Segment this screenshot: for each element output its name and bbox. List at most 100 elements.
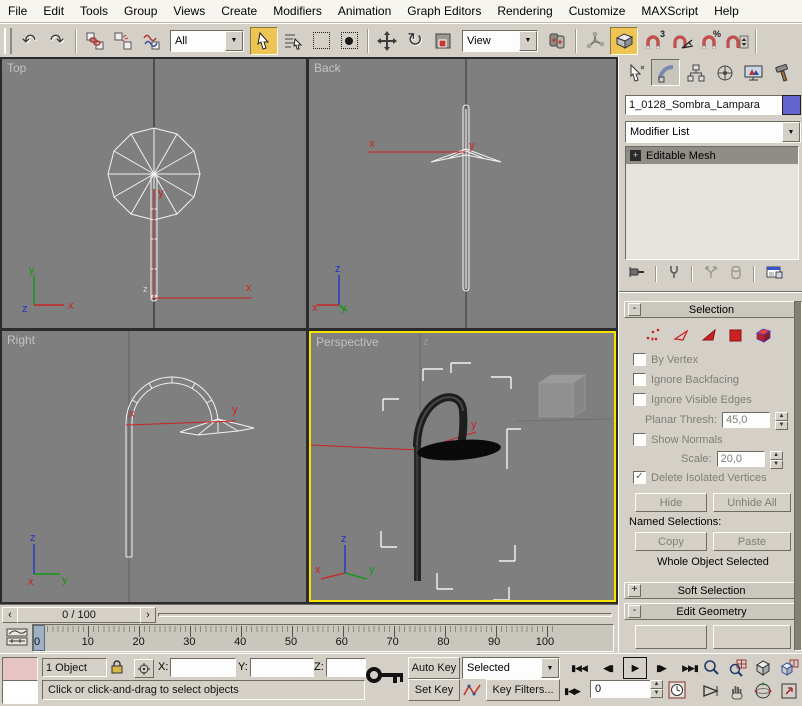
pan-button[interactable] [726,680,748,701]
set-key-mode-key-icon[interactable] [366,662,406,691]
field-of-view-button[interactable] [700,680,722,701]
viewport-right[interactable]: Right x y z x y [2,331,306,602]
stack-expand-icon[interactable]: + [630,150,641,161]
dropdown-arrow-icon[interactable]: ▼ [541,658,559,678]
paste-button[interactable]: Paste [713,532,791,551]
time-forward-button[interactable]: › [140,607,156,623]
normals-scale-field[interactable]: 20,0 [717,451,765,467]
undo-button[interactable]: ↶ [16,28,42,54]
hide-button[interactable]: Hide [635,493,707,512]
angle-snap-button[interactable] [668,28,694,54]
copy-button[interactable]: Copy [635,532,707,551]
clipped-button[interactable] [713,625,791,649]
menu-item[interactable]: Customize [561,1,634,21]
viewport-perspective[interactable]: Perspective z y [309,331,616,602]
tab-display[interactable] [740,60,767,85]
key-selection-filter-dropdown[interactable]: Selected ▼ [462,657,560,679]
toolbar-grip[interactable] [4,28,12,54]
show-normals-checkbox[interactable] [633,433,646,446]
zoom-extents-button[interactable] [752,657,774,678]
snap-3d-button[interactable]: 3 [640,28,666,54]
default-in-out-tangents-button[interactable] [462,681,482,699]
go-to-start-button[interactable]: ▮◀◀ [566,658,592,678]
use-pivot-point-center-button[interactable] [544,28,570,54]
bind-to-space-warp-button[interactable] [138,28,164,54]
selection-filter-dropdown[interactable]: All ▼ [170,30,244,52]
dropdown-arrow-icon[interactable]: ▼ [519,31,537,51]
reference-coordinate-system-dropdown[interactable]: View ▼ [462,30,538,52]
select-object-button[interactable] [250,27,278,55]
perspective-viewport-canvas[interactable]: z y [311,333,614,600]
normals-scale-spinner[interactable]: ▲▼ [770,451,783,467]
vertex-mode-button[interactable] [645,327,661,346]
unhide-all-button[interactable]: Unhide All [713,493,791,512]
menu-item[interactable]: Modifiers [265,1,330,21]
remove-modifier-button[interactable] [729,264,743,283]
show-end-result-button[interactable] [667,264,681,283]
play-button[interactable]: ▶ [623,657,647,679]
time-back-button[interactable]: ‹ [2,607,18,623]
top-viewport-canvas[interactable]: x y z y x z [2,59,306,328]
select-by-name-button[interactable] [280,28,306,54]
by-vertex-checkbox[interactable] [633,353,646,366]
time-slider-handle[interactable]: 0 / 100 [17,607,141,623]
window-crossing-toggle[interactable] [336,28,362,54]
zoom-extents-all-button[interactable] [778,657,800,678]
next-frame-button[interactable]: ▮▶ [650,658,672,678]
menu-item[interactable]: Rendering [489,1,560,21]
planar-thresh-field[interactable]: 45,0 [722,412,770,428]
expand-icon[interactable]: + [628,584,641,597]
frame-spinner[interactable]: ▲▼ [650,680,663,696]
menu-item[interactable]: Animation [330,1,399,21]
right-viewport-canvas[interactable]: x y z x y [2,331,306,602]
select-and-link-button[interactable] [82,28,108,54]
menu-item[interactable]: Tools [72,1,116,21]
previous-frame-button[interactable]: ◀▮ [597,658,619,678]
time-slider-track[interactable] [158,613,612,617]
viewport-right-label[interactable]: Right [7,333,35,347]
menu-item[interactable]: MAXScript [633,1,706,21]
edit-geometry-rollout-header[interactable]: - Edit Geometry [624,603,796,620]
unlink-selection-button[interactable] [110,28,136,54]
configure-modifier-sets-button[interactable] [765,264,783,283]
menu-item[interactable]: Graph Editors [399,1,489,21]
dropdown-arrow-icon[interactable]: ▼ [782,122,800,142]
edge-mode-button[interactable] [673,327,689,346]
selection-rollout-header[interactable]: - Selection [624,301,796,318]
pin-stack-button[interactable] [627,264,645,283]
percent-snap-button[interactable]: % [696,28,722,54]
arc-rotate-button[interactable] [752,680,774,701]
snaps-toggle-button[interactable] [610,27,638,55]
polygon-mode-button[interactable] [729,327,743,346]
select-and-manipulate-button[interactable] [582,28,608,54]
tab-create[interactable] [622,60,649,85]
back-viewport-canvas[interactable]: x y z x y [309,59,616,328]
ignore-visible-edges-checkbox[interactable] [633,393,646,406]
auto-key-button[interactable]: Auto Key [408,657,460,679]
track-ruler[interactable]: 0102030405060708090100 [32,624,614,652]
selection-lock-toggle[interactable] [110,659,124,678]
menu-item[interactable]: File [0,1,35,21]
y-coordinate-field[interactable] [250,658,314,677]
zoom-button[interactable] [700,657,722,678]
make-unique-button[interactable] [703,264,719,283]
maxscript-mini-listener-white[interactable] [2,680,38,704]
tab-modify[interactable] [651,59,680,86]
planar-thresh-spinner[interactable]: ▲▼ [775,412,788,428]
open-mini-curve-editor-button[interactable] [6,627,28,650]
rectangular-selection-region-button[interactable] [308,28,334,54]
set-key-button[interactable]: Set Key [408,679,460,701]
ignore-backfacing-checkbox[interactable] [633,373,646,386]
soft-selection-rollout-header[interactable]: + Soft Selection [624,582,796,599]
key-mode-toggle-button[interactable]: ▮◀▶ [560,681,584,701]
modifier-stack-list[interactable]: + Editable Mesh [625,146,799,260]
collapse-icon[interactable]: - [628,605,641,618]
viewport-perspective-label[interactable]: Perspective [316,335,379,349]
dropdown-arrow-icon[interactable]: ▼ [225,31,243,51]
x-coordinate-field[interactable] [170,658,236,677]
object-color-swatch[interactable] [782,95,801,115]
zoom-all-button[interactable] [726,657,748,678]
modifier-list-dropdown[interactable]: Modifier List ▼ [625,121,801,143]
stack-item-editable-mesh[interactable]: + Editable Mesh [626,147,798,164]
time-configuration-button[interactable] [668,681,686,702]
